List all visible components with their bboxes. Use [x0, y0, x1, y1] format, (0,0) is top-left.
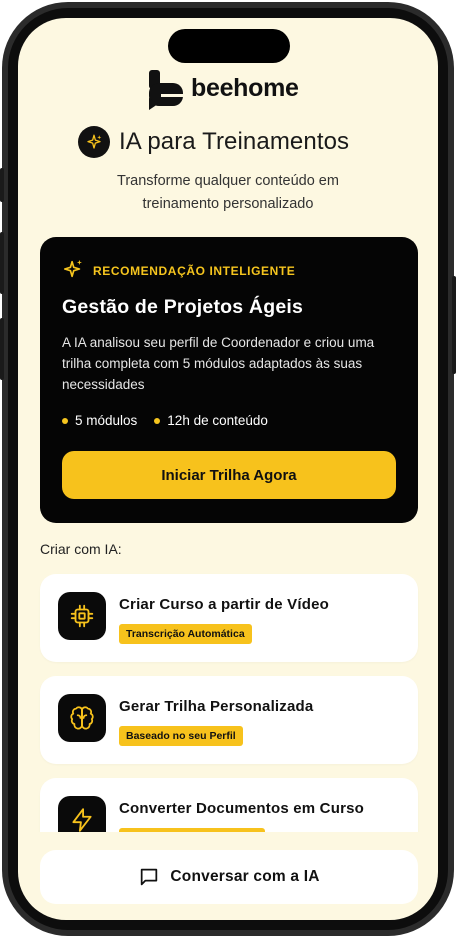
- action-button: [0, 168, 4, 202]
- feature-badge: Baseado no seu Perfil: [119, 726, 243, 746]
- feature-title: Converter Documentos em Curso: [119, 800, 365, 817]
- subtitle-line-1: Transforme qualquer conteúdo em: [117, 173, 339, 189]
- volume-up-button: [0, 232, 4, 294]
- chat-bubble-icon: [141, 868, 158, 886]
- app-screen: beehome IA para Treinamentos Transforme …: [18, 18, 438, 920]
- brain-icon: [58, 694, 106, 742]
- meta-duration: 12h de conteúdo: [154, 413, 268, 428]
- feature-title: Gerar Trilha Personalizada: [119, 698, 314, 715]
- feature-badge: [119, 828, 265, 832]
- lightning-icon: [58, 796, 106, 832]
- page-subtitle: Transforme qualquer conteúdo em treiname…: [58, 170, 398, 216]
- volume-down-button: [0, 318, 4, 380]
- create-course-from-video-card[interactable]: Criar Curso a partir de Vídeo Transcriçã…: [40, 574, 418, 662]
- subtitle-line-2: treinamento personalizado: [142, 196, 314, 212]
- bullet-dot: [62, 417, 68, 424]
- chat-label: Conversar com a IA: [170, 868, 320, 885]
- generate-personalized-track-card[interactable]: Gerar Trilha Personalizada Baseado no se…: [40, 676, 418, 764]
- brand-logo: beehome: [149, 70, 329, 110]
- create-options-list[interactable]: Criar Curso a partir de Vídeo Transcriçã…: [18, 570, 438, 832]
- page-title-row: IA para Treinamentos: [78, 125, 349, 159]
- brand-name: beehome: [191, 74, 299, 102]
- dynamic-island: [168, 29, 290, 63]
- recommendation-description: A IA analisou seu perfil de Coordenador …: [62, 335, 375, 392]
- chip-icon: [58, 592, 106, 640]
- feature-title: Criar Curso a partir de Vídeo: [119, 596, 330, 613]
- beehome-logo-icon: [149, 70, 183, 110]
- meta-modules: 5 módulos: [62, 413, 137, 428]
- bullet-dot: [154, 417, 161, 424]
- start-track-button[interactable]: Iniciar Trilha Agora: [62, 451, 396, 499]
- meta-modules-text: 5 módulos: [75, 413, 138, 428]
- power-button: [452, 276, 456, 374]
- meta-duration-text: 12h de conteúdo: [167, 413, 268, 428]
- recommendation-title: Gestão de Projetos Ágeis: [62, 296, 304, 318]
- recommendation-meta: 5 módulos 12h de conteúdo: [62, 413, 285, 428]
- convert-documents-card[interactable]: Converter Documentos em Curso: [40, 778, 418, 832]
- recommendation-tag: RECOMENDAÇÃO INTELIGENTE: [93, 264, 296, 278]
- feature-badge: Transcrição Automática: [119, 624, 252, 644]
- page-title: IA para Treinamentos: [119, 128, 350, 155]
- sparkle-icon: [78, 126, 110, 158]
- sparkle-icon: [63, 259, 82, 278]
- recommendation-card: RECOMENDAÇÃO INTELIGENTE Gestão de Proje…: [40, 237, 418, 523]
- chat-with-ai-button[interactable]: Conversar com a IA: [40, 850, 418, 904]
- create-section-label: Criar com IA:: [40, 541, 122, 557]
